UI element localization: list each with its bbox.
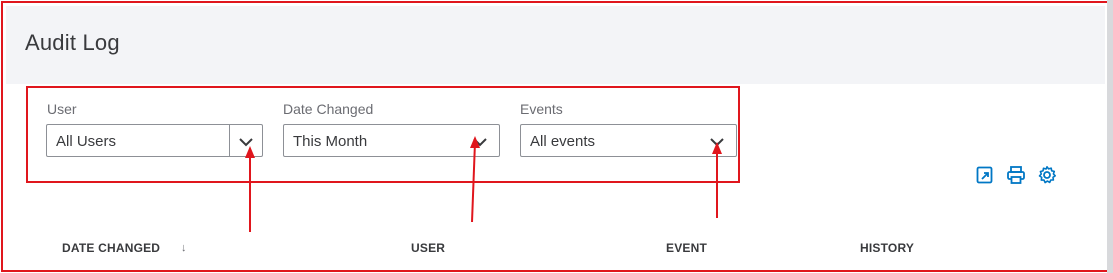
print-icon[interactable] bbox=[1006, 165, 1026, 185]
annotation-filter-frame bbox=[26, 86, 740, 183]
window-edge bbox=[1107, 0, 1113, 273]
page-title: Audit Log bbox=[25, 30, 120, 55]
column-header-user[interactable]: USER bbox=[411, 241, 445, 255]
column-header-date-changed[interactable]: DATE CHANGED bbox=[62, 241, 160, 255]
settings-gear-icon[interactable] bbox=[1037, 165, 1057, 185]
column-header-history[interactable]: HISTORY bbox=[860, 241, 914, 255]
export-icon[interactable] bbox=[975, 165, 995, 185]
annotation-arrow bbox=[245, 146, 255, 232]
annotation-arrow bbox=[470, 136, 480, 223]
column-header-event[interactable]: EVENT bbox=[666, 241, 707, 255]
sort-descending-icon[interactable]: ↓ bbox=[181, 242, 187, 254]
page-header bbox=[6, 6, 1105, 84]
annotation-arrow bbox=[712, 142, 722, 218]
